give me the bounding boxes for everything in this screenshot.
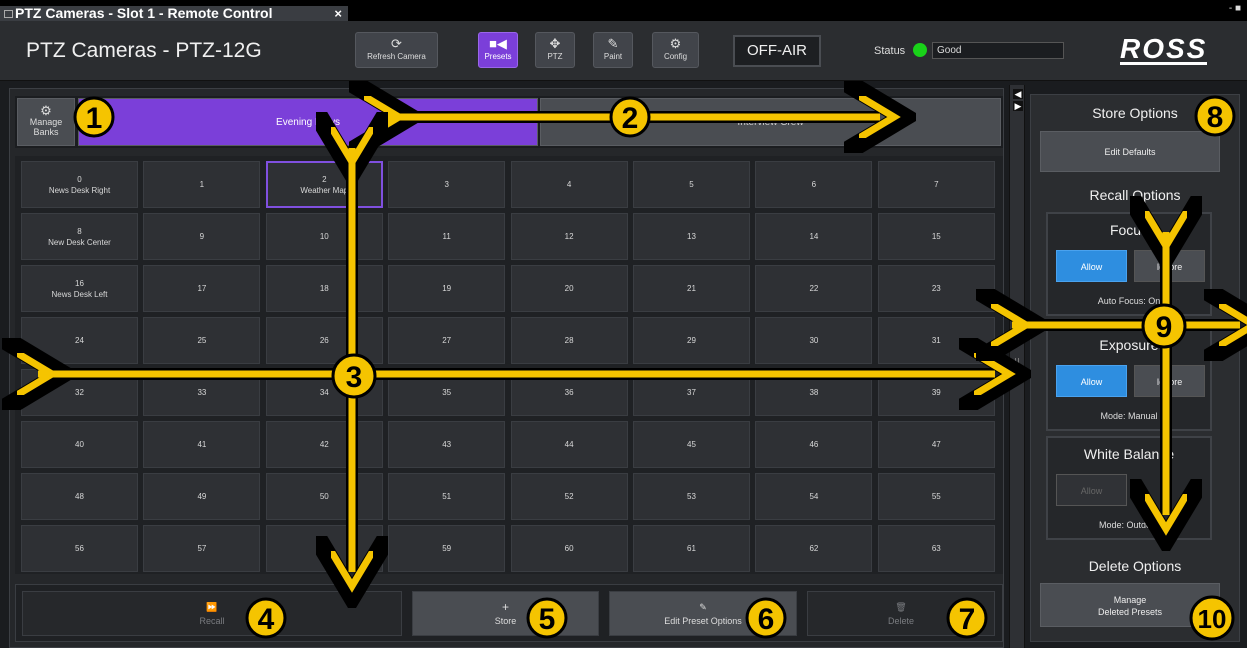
callout-8-label: 8 [1207,101,1224,134]
callout-7-label: 7 [959,603,976,636]
callout-6: 6 [745,597,787,639]
ptz-remote-control-window: PTZ Cameras - Slot 1 - Remote Control × … [0,0,1247,648]
callout-1-label: 1 [86,102,103,135]
callout-3-label: 3 [346,361,363,394]
callout-7: 7 [946,597,988,639]
callout-1: 1 [73,96,115,138]
callout-9-label: 9 [1156,311,1173,344]
callout-6-label: 6 [758,603,775,636]
callout-8: 8 [1194,95,1236,137]
callout-2: 2 [609,96,651,138]
callout-overlay: 1 2 3 4 5 6 7 8 9 10 [0,0,1247,641]
callout-5: 5 [526,597,568,639]
callout-2-label: 2 [622,102,639,135]
callout-10: 10 [1189,595,1235,641]
callout-9: 9 [1141,303,1187,349]
callout-3: 3 [331,353,377,399]
callout-5-label: 5 [539,603,556,636]
callout-4-label: 4 [258,603,275,636]
callout-4: 4 [245,597,287,639]
callout-10-label: 10 [1198,604,1227,634]
